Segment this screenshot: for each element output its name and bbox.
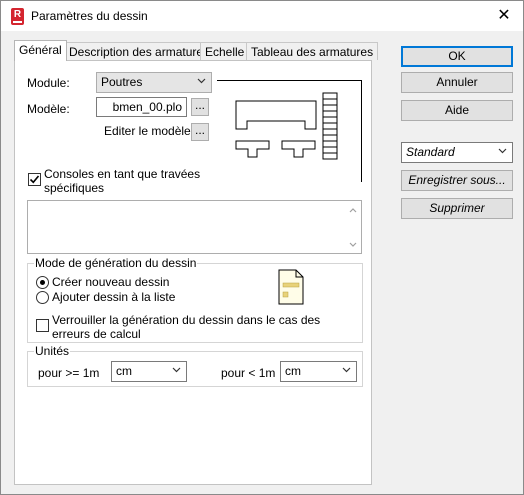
units-title: Unités [34, 344, 71, 358]
title-bar: R Paramètres du dessin ✕ [1, 1, 523, 31]
tab-scale[interactable]: Echelle [200, 42, 250, 60]
lock-generation-label: Verrouiller la génération du dessin dans… [52, 313, 321, 341]
check-icon [29, 175, 40, 184]
template-label: Modèle: [27, 102, 70, 116]
template-preview [217, 80, 362, 182]
chevron-down-icon [342, 367, 351, 373]
radio-create-new[interactable] [36, 276, 49, 289]
app-icon: R [11, 8, 24, 25]
module-label: Module: [27, 76, 70, 90]
beam-preview-icon [235, 92, 338, 160]
units-ge-value: cm [116, 364, 132, 378]
template-input[interactable]: bmen_00.plo [96, 97, 187, 117]
preset-dropdown[interactable]: Standard [401, 142, 513, 163]
tab-rebar-description[interactable]: Description des armatures [64, 42, 215, 60]
chevron-down-icon [172, 367, 181, 373]
window-title: Paramètres du dessin [31, 9, 148, 23]
close-button[interactable]: ✕ [493, 5, 515, 27]
radio-add-to-list[interactable] [36, 291, 49, 304]
consoles-label: Consoles en tant que travées spécifiques [44, 167, 201, 195]
module-dropdown[interactable]: Poutres [96, 72, 212, 93]
delete-button[interactable]: Supprimer [401, 198, 513, 219]
lock-generation-checkbox[interactable] [36, 319, 49, 332]
chevron-down-icon [498, 148, 507, 154]
tab-general[interactable]: Général [14, 40, 67, 61]
ok-button[interactable]: OK [401, 46, 513, 67]
dialog-window: R Paramètres du dessin ✕ Général Descrip… [0, 0, 524, 495]
edit-template-label: Editer le modèle: [104, 124, 195, 138]
help-button[interactable]: Aide [401, 100, 513, 121]
module-value: Poutres [101, 75, 143, 89]
units-ge-label: pour >= 1m [38, 366, 100, 380]
textarea-scrollbar[interactable] [345, 201, 361, 253]
units-lt-dropdown[interactable]: cm [280, 361, 357, 382]
template-browse-button[interactable]: ... [191, 98, 209, 116]
units-lt-value: cm [285, 364, 301, 378]
preset-value: Standard [406, 145, 455, 159]
units-ge-dropdown[interactable]: cm [111, 361, 187, 382]
consoles-checkbox[interactable] [28, 173, 41, 186]
edit-template-button[interactable]: ... [191, 123, 209, 141]
tab-rebar-table[interactable]: Tableau des armatures [246, 42, 379, 60]
generation-mode-title: Mode de génération du dessin [34, 256, 198, 270]
create-new-label: Créer nouveau dessin [52, 275, 170, 289]
chevron-down-icon [197, 78, 206, 84]
units-lt-label: pour < 1m [221, 366, 276, 380]
scroll-arrows-icon [349, 208, 357, 247]
save-as-button[interactable]: Enregistrer sous... [401, 170, 513, 191]
cancel-button[interactable]: Annuler [401, 72, 513, 93]
add-to-list-label: Ajouter dessin à la liste [52, 290, 176, 304]
document-icon [278, 269, 304, 305]
description-textarea[interactable] [27, 200, 362, 254]
